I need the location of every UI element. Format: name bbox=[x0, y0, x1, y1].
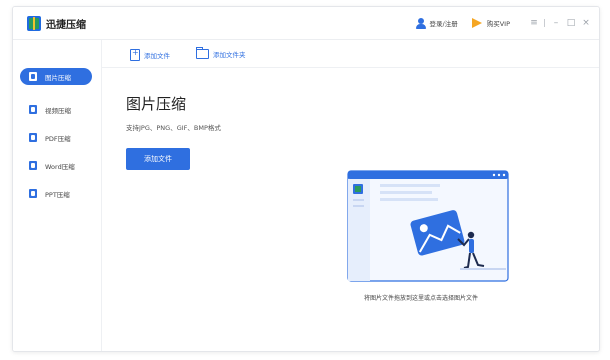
line bbox=[353, 205, 364, 207]
close-icon[interactable]: × bbox=[579, 18, 593, 28]
dot bbox=[492, 173, 496, 177]
sidebar-item-word-compress[interactable]: Word压缩 bbox=[20, 157, 92, 174]
line bbox=[380, 184, 440, 187]
user-icon[interactable] bbox=[415, 17, 426, 29]
divider bbox=[544, 19, 545, 27]
sidebar-item-label: Word压缩 bbox=[45, 162, 75, 171]
line bbox=[353, 199, 364, 201]
mini-logo-inner bbox=[355, 186, 361, 192]
sidebar-item-ppt-compress[interactable]: PPT压缩 bbox=[20, 185, 92, 202]
ppt-compress-icon bbox=[29, 189, 37, 198]
sidebar-item-label: 视频压缩 bbox=[45, 106, 71, 115]
app-logo-icon bbox=[27, 16, 41, 31]
login-link[interactable]: 登录/注册 bbox=[430, 18, 458, 28]
app-window: 迅捷压缩 登录/注册 购买VIP ≡ – □ × 图片压缩 视频压缩 PDF压缩… bbox=[12, 6, 600, 352]
toolbar: 添加文件 添加文件夹 bbox=[102, 40, 599, 68]
drop-hint: 将图片文件拖放到这里或点击选择图片文件 bbox=[364, 295, 479, 302]
drop-zone-illustration[interactable] bbox=[342, 165, 522, 295]
sidebar-item-image-compress[interactable]: 图片压缩 bbox=[20, 68, 92, 85]
sidebar-item-pdf-compress[interactable]: PDF压缩 bbox=[20, 129, 92, 146]
line bbox=[380, 191, 432, 194]
line bbox=[380, 198, 438, 201]
add-file-toolbar-button[interactable]: 添加文件 bbox=[130, 48, 170, 61]
image-compress-icon bbox=[29, 72, 37, 81]
title-bar: 迅捷压缩 登录/注册 购买VIP ≡ – □ × bbox=[13, 7, 599, 40]
minimize-icon[interactable]: – bbox=[549, 18, 563, 28]
add-folder-icon bbox=[196, 47, 209, 59]
window-header bbox=[348, 171, 508, 179]
main-panel: 添加文件 添加文件夹 图片压缩 支持JPG、PNG、GIF、BMP格式 添加文件 bbox=[101, 40, 599, 351]
window-controls: ≡ – □ × bbox=[526, 18, 593, 28]
ground-line bbox=[460, 268, 506, 270]
window-sidebar bbox=[348, 179, 370, 281]
sidebar-item-label: 图片压缩 bbox=[45, 73, 71, 82]
dot bbox=[497, 173, 501, 177]
menu-icon[interactable]: ≡ bbox=[527, 18, 541, 28]
add-folder-label: 添加文件夹 bbox=[213, 51, 246, 59]
sidebar-item-video-compress[interactable]: 视频压缩 bbox=[20, 101, 92, 118]
add-file-button[interactable]: 添加文件 bbox=[126, 148, 190, 170]
titlebar-actions: 登录/注册 购买VIP ≡ – □ × bbox=[415, 15, 594, 31]
sidebar-item-label: PPT压缩 bbox=[45, 190, 70, 199]
app-title: 迅捷压缩 bbox=[46, 20, 86, 31]
page-title: 图片压缩 bbox=[126, 95, 187, 113]
word-compress-icon bbox=[29, 161, 37, 170]
video-compress-icon bbox=[29, 105, 37, 114]
buy-vip-link[interactable]: 购买VIP bbox=[487, 18, 510, 28]
dot bbox=[502, 173, 506, 177]
pdf-compress-icon bbox=[29, 133, 37, 142]
maximize-icon[interactable]: □ bbox=[564, 18, 578, 28]
add-file-label: 添加文件 bbox=[144, 52, 170, 60]
sidebar: 图片压缩 视频压缩 PDF压缩 Word压缩 PPT压缩 bbox=[13, 40, 100, 351]
sidebar-item-label: PDF压缩 bbox=[45, 134, 71, 143]
add-folder-toolbar-button[interactable]: 添加文件夹 bbox=[196, 47, 246, 59]
supported-formats: 支持JPG、PNG、GIF、BMP格式 bbox=[126, 124, 221, 132]
vip-icon[interactable] bbox=[471, 18, 482, 28]
add-file-icon bbox=[130, 48, 140, 61]
